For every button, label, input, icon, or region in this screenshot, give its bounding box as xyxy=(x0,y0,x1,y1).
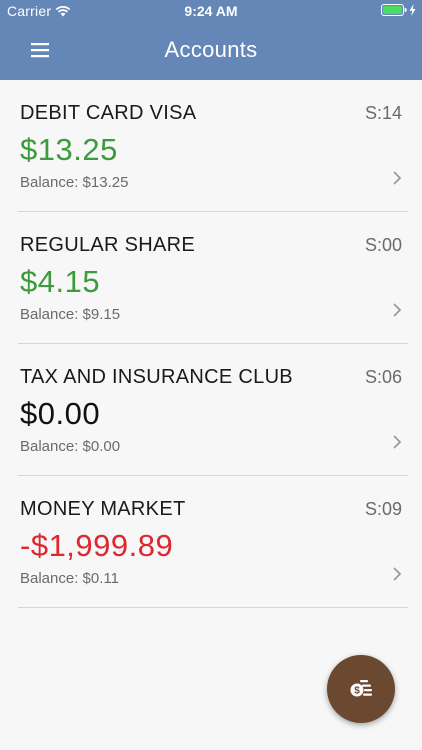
battery-indicator xyxy=(381,4,416,16)
balance-label: Balance: $0.00 xyxy=(20,438,121,455)
nav-bar: Accounts xyxy=(0,22,422,80)
account-name: DEBIT CARD VISA xyxy=(20,102,197,124)
chevron-right-icon xyxy=(393,435,402,449)
charging-bolt-icon xyxy=(409,4,416,16)
app-header: Carrier 9:24 AM Accounts xyxy=(0,0,422,80)
account-name: MONEY MARKET xyxy=(20,498,186,520)
battery-icon xyxy=(381,4,407,16)
available-amount: -$1,999.89 xyxy=(20,528,174,563)
account-row[interactable]: TAX AND INSURANCE CLUB S:06 $0.00 Balanc… xyxy=(0,344,422,476)
chevron-right-icon xyxy=(393,171,402,185)
status-time: 9:24 AM xyxy=(184,3,238,19)
share-id: S:06 xyxy=(364,367,402,387)
share-id: S:00 xyxy=(364,235,402,255)
accounts-list: DEBIT CARD VISA S:14 $13.25 Balance: $13… xyxy=(0,80,422,608)
share-id: S:14 xyxy=(364,103,402,123)
account-name: TAX AND INSURANCE CLUB xyxy=(20,366,293,388)
balance-label: Balance: $13.25 xyxy=(20,174,129,191)
share-id: S:09 xyxy=(364,499,402,519)
account-name: REGULAR SHARE xyxy=(20,234,196,256)
balance-label: Balance: $0.11 xyxy=(20,570,119,587)
svg-text:$: $ xyxy=(354,686,360,697)
chevron-right-icon xyxy=(393,567,402,581)
available-amount: $4.15 xyxy=(20,264,101,299)
status-bar: Carrier 9:24 AM xyxy=(0,0,422,22)
balance-label: Balance: $9.15 xyxy=(20,306,121,323)
account-row[interactable]: MONEY MARKET S:09 -$1,999.89 Balance: $0… xyxy=(0,476,422,608)
account-row[interactable]: DEBIT CARD VISA S:14 $13.25 Balance: $13… xyxy=(0,80,422,212)
chevron-right-icon xyxy=(393,303,402,317)
transfer-fab-button[interactable]: $ xyxy=(327,655,395,723)
available-amount: $13.25 xyxy=(20,132,118,167)
money-transfer-icon: $ xyxy=(350,680,372,697)
page-title: Accounts xyxy=(164,37,258,62)
account-row[interactable]: REGULAR SHARE S:00 $4.15 Balance: $9.15 xyxy=(0,212,422,344)
available-amount: $0.00 xyxy=(20,396,101,431)
